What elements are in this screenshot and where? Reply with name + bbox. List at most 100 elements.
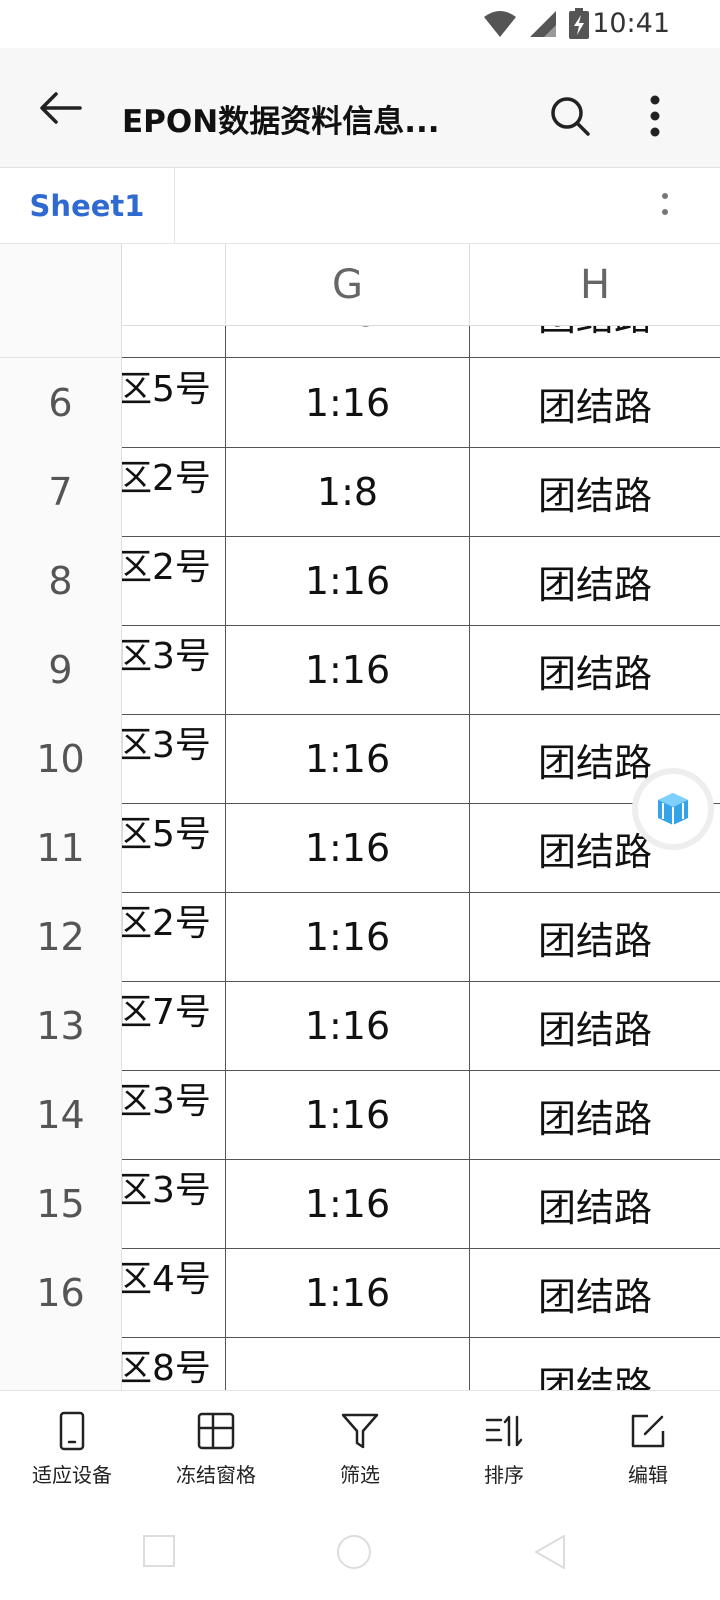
row-number[interactable]: 13 xyxy=(0,981,122,1071)
table-row[interactable]: 7 区2号 1:8 团结路 xyxy=(0,447,720,537)
cell-g[interactable]: 1:16 xyxy=(226,803,470,893)
table-row[interactable]: 区8号 团结路 xyxy=(0,1337,720,1390)
cell-h[interactable]: 团结路 xyxy=(470,1248,720,1338)
cell-f[interactable]: 区8号 xyxy=(122,1337,226,1390)
search-icon[interactable] xyxy=(548,94,592,138)
table-row[interactable]: 16 区4号 1:16 团结路 xyxy=(0,1248,720,1338)
edit-label: 编辑 xyxy=(628,1463,668,1487)
cell-f-text: 区3号 xyxy=(122,725,211,766)
freeze-panes-icon xyxy=(197,1412,235,1450)
cell-f[interactable]: 区4号 xyxy=(122,1248,226,1338)
cell-h[interactable]: 团结路 xyxy=(470,358,720,448)
cell-g[interactable]: 1:16 xyxy=(226,536,470,626)
table-row[interactable]: 8 区2号 1:16 团结路 xyxy=(0,536,720,626)
cell-f-text: 区3号 xyxy=(122,636,211,677)
tab-sheet1[interactable]: Sheet1 xyxy=(0,168,175,244)
cell-g[interactable]: 1:8 xyxy=(226,447,470,537)
cell-f[interactable]: 区2号 xyxy=(122,536,226,626)
table-row[interactable]: 6 区5号 1:16 团结路 xyxy=(0,358,720,448)
sheet-more-icon[interactable] xyxy=(655,186,675,226)
back-arrow-icon[interactable] xyxy=(36,86,84,130)
tab-sheet1-label: Sheet1 xyxy=(29,189,145,223)
back-triangle-icon[interactable] xyxy=(530,1532,570,1572)
cell-f-text: 区2号 xyxy=(122,547,211,588)
cell-f-text: 区4号 xyxy=(122,1259,211,1300)
cell-f[interactable]: 区3号 xyxy=(122,1070,226,1160)
cell-h[interactable]: 团结路 xyxy=(470,1337,720,1391)
column-header-f[interactable] xyxy=(122,244,226,326)
cell-h[interactable]: 团结路 xyxy=(470,1070,720,1160)
cell-h[interactable]: 团结路 xyxy=(470,892,720,982)
freeze-panes-button[interactable]: 冻结窗格 xyxy=(144,1391,288,1500)
cell-f-text: 区7号 xyxy=(122,992,211,1033)
cell-g[interactable]: 1:16 xyxy=(226,358,470,448)
status-time: 10:41 xyxy=(592,8,670,39)
sheet-tabs: Sheet1 xyxy=(0,168,720,244)
spreadsheet-grid[interactable]: 1:8 团结路 6区5号1:16团结路7区2号1:8团结路8区2号1:16团结路… xyxy=(0,244,720,1390)
cell-f-text: 区3号 xyxy=(122,1081,211,1122)
cell-f[interactable]: 区3号 xyxy=(122,1159,226,1249)
cell-f-text: 区5号 xyxy=(122,369,211,410)
cell-g[interactable]: 1:16 xyxy=(226,1248,470,1338)
status-bar: 10:41 xyxy=(0,0,720,48)
cell-f[interactable]: 区5号 xyxy=(122,803,226,893)
cell-f[interactable]: 区7号 xyxy=(122,981,226,1071)
home-circle-icon[interactable] xyxy=(334,1532,374,1572)
row-number[interactable]: 15 xyxy=(0,1159,122,1249)
fit-device-button[interactable]: 适应设备 xyxy=(0,1391,144,1500)
table-row[interactable]: 11 区5号 1:16 团结路 xyxy=(0,803,720,893)
cell-g[interactable]: 1:16 xyxy=(226,1070,470,1160)
row-number[interactable]: 8 xyxy=(0,536,122,626)
cell-h[interactable]: 团结路 xyxy=(470,1159,720,1249)
cell-g[interactable]: 1:16 xyxy=(226,625,470,715)
cell-f-text: 区8号 xyxy=(122,1348,211,1389)
cell-h[interactable]: 团结路 xyxy=(470,536,720,626)
column-header-g[interactable]: G xyxy=(226,244,470,326)
cell-g[interactable]: 1:16 xyxy=(226,981,470,1071)
row-number[interactable]: 9 xyxy=(0,625,122,715)
cell-f[interactable]: 区2号 xyxy=(122,892,226,982)
cell-f[interactable]: 区3号 xyxy=(122,625,226,715)
row-number[interactable]: 14 xyxy=(0,1070,122,1160)
sort-label: 排序 xyxy=(484,1463,524,1487)
row-number[interactable]: 7 xyxy=(0,447,122,537)
edit-button[interactable]: 编辑 xyxy=(576,1391,720,1500)
cell-g[interactable]: 1:16 xyxy=(226,714,470,804)
recents-square-icon[interactable] xyxy=(140,1532,180,1572)
cell-g[interactable]: 1:16 xyxy=(226,1159,470,1249)
table-row[interactable]: 12 区2号 1:16 团结路 xyxy=(0,892,720,982)
row-number[interactable] xyxy=(0,1337,122,1390)
app-bar: EPON数据资料信息... xyxy=(0,48,720,168)
cell-g[interactable]: 1:16 xyxy=(226,892,470,982)
row-number[interactable]: 16 xyxy=(0,1248,122,1338)
column-header-h[interactable]: H xyxy=(470,244,720,326)
corner-cell[interactable] xyxy=(0,244,122,326)
row-number[interactable]: 11 xyxy=(0,803,122,893)
cell-h[interactable]: 团结路 xyxy=(470,625,720,715)
row-number[interactable]: 12 xyxy=(0,892,122,982)
table-row[interactable]: 15 区3号 1:16 团结路 xyxy=(0,1159,720,1249)
sort-button[interactable]: 排序 xyxy=(432,1391,576,1500)
table-row[interactable]: 14 区3号 1:16 团结路 xyxy=(0,1070,720,1160)
column-header-row: G H xyxy=(0,244,720,326)
freeze-panes-label: 冻结窗格 xyxy=(176,1463,256,1487)
table-row[interactable]: 9 区3号 1:16 团结路 xyxy=(0,625,720,715)
cube-icon xyxy=(658,793,688,825)
bottom-toolbar: 适应设备 冻结窗格 筛选 排序 编辑 xyxy=(0,1390,720,1500)
screen: 10:41 EPON数据资料信息... Sheet1 6 区5号 1:16 团结… xyxy=(0,0,720,1600)
filter-label: 筛选 xyxy=(340,1463,380,1487)
cell-g[interactable] xyxy=(226,1337,470,1390)
table-row[interactable]: 13 区7号 1:16 团结路 xyxy=(0,981,720,1071)
table-row[interactable]: 10 区3号 1:16 团结路 xyxy=(0,714,720,804)
sort-icon xyxy=(485,1415,523,1447)
cell-h[interactable]: 团结路 xyxy=(470,447,720,537)
filter-button[interactable]: 筛选 xyxy=(288,1391,432,1500)
more-options-icon[interactable] xyxy=(640,92,670,142)
row-number[interactable]: 6 xyxy=(0,358,122,448)
cell-f[interactable]: 区5号 xyxy=(122,358,226,448)
floating-assistant-button[interactable] xyxy=(638,774,708,844)
cell-h[interactable]: 团结路 xyxy=(470,981,720,1071)
row-number[interactable]: 10 xyxy=(0,714,122,804)
cell-f[interactable]: 区2号 xyxy=(122,447,226,537)
cell-f[interactable]: 区3号 xyxy=(122,714,226,804)
